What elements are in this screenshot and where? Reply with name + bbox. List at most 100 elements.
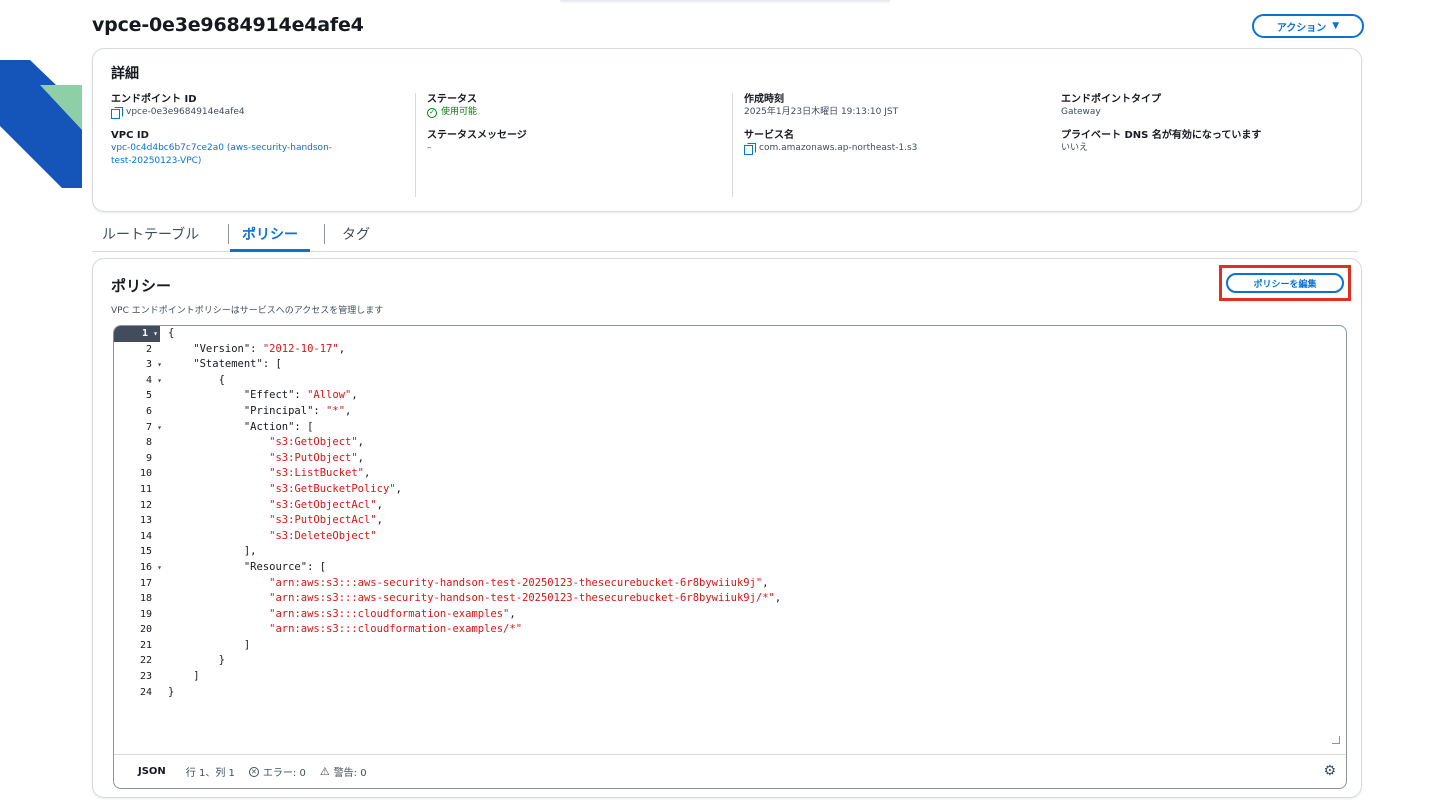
endpoint-type-label: エンドポイントタイプ [1061, 94, 1161, 105]
code-string: "s3:ListBucket" [269, 467, 364, 480]
warning-icon: ⚠ [319, 765, 330, 778]
code-line[interactable]: "Version": "2012-10-17", [168, 342, 781, 358]
check-circle-icon: ✓ [427, 107, 437, 118]
code-punctuation: , [338, 342, 346, 355]
errors-count: エラー: 0 [262, 768, 306, 779]
vpc-id-label: VPC ID [111, 130, 149, 141]
copy-icon[interactable] [744, 143, 756, 155]
created-value: 2025年1月23日木曜日 19:13:10 JST [744, 107, 899, 117]
code-string: "Allow" [307, 389, 352, 402]
code-punctuation: , [762, 576, 769, 589]
details-column-2: ステータス ✓ 使用可能 ステータスメッセージ – [415, 93, 727, 197]
code-text: "Statement": [ [168, 358, 282, 371]
line-number: 24 [139, 686, 152, 698]
code-string: "arn:aws:s3:::cloudformation-examples/*" [269, 623, 523, 636]
fold-arrow-icon[interactable]: ▾ [157, 357, 162, 373]
fold-arrow-icon[interactable]: ▾ [157, 420, 162, 436]
code-punctuation: , [774, 592, 782, 605]
code-line[interactable]: } [168, 685, 781, 701]
fold-arrow-icon[interactable]: ▾ [157, 373, 162, 389]
status-label: ステータス [427, 94, 477, 105]
code-line[interactable]: "s3:GetObjectAcl", [168, 498, 781, 514]
line-number: 14 [139, 530, 152, 542]
code-line[interactable]: "s3:GetBucketPolicy", [168, 482, 781, 498]
highlight-frame: ポリシーを編集 [1219, 265, 1351, 301]
code-text: "Principal": [168, 404, 327, 417]
tab-separator [324, 224, 325, 244]
line-number: 13 [139, 515, 152, 527]
vpc-id-link-line1[interactable]: vpc-0c4d4bc6b7c7ce2a0 (aws-security-hand… [111, 142, 411, 155]
code-lines[interactable]: { "Version": "2012-10-17", "Statement": … [168, 326, 781, 700]
code-line[interactable]: "s3:DeleteObject" [168, 529, 781, 545]
line-number: 15 [139, 546, 152, 558]
actions-dropdown-button[interactable]: アクション ▼ [1252, 14, 1364, 38]
code-line[interactable]: "s3:PutObjectAcl", [168, 513, 781, 529]
code-line[interactable]: "Principal": "*", [168, 404, 781, 420]
code-line[interactable]: ] [168, 638, 781, 654]
code-area[interactable]: 1 ▾ 2 3 ▾ 4 ▾ 5 6 7 ▾ 8 9 10 11 12 13 14 15 16 ▾ 17 18 19 20 21 22… [114, 326, 1346, 754]
code-line[interactable]: "s3:GetObject", [168, 435, 781, 451]
resize-handle-icon[interactable] [1332, 736, 1340, 744]
created-label: 作成時刻 [744, 94, 784, 105]
line-number: 6 [145, 405, 152, 417]
code-line[interactable]: "Effect": "Allow", [168, 388, 781, 404]
fold-arrow-icon[interactable]: ▾ [157, 560, 162, 576]
vpc-id-link-line2[interactable]: test-20250123-VPC) [111, 155, 411, 168]
code-line[interactable]: "Statement": [ [168, 357, 781, 373]
line-number: 11 [139, 483, 152, 495]
code-editor[interactable]: 1 ▾ 2 3 ▾ 4 ▾ 5 6 7 ▾ 8 9 10 11 12 13 14 15 16 ▾ 17 18 19 20 21 22… [113, 325, 1347, 789]
code-line[interactable]: "Resource": [ [168, 560, 781, 576]
code-text: "Effect": [168, 389, 308, 402]
edit-policy-button[interactable]: ポリシーを編集 [1226, 273, 1344, 293]
code-line[interactable]: { [168, 373, 781, 389]
endpoint-type-value: Gateway [1061, 107, 1101, 117]
code-string: "arn:aws:s3:::aws-security-handson-test-… [269, 592, 775, 605]
code-text: ] [168, 670, 200, 683]
code-line[interactable]: "Action": [ [168, 420, 781, 436]
code-line[interactable]: } [168, 653, 781, 669]
code-line[interactable]: "s3:ListBucket", [168, 466, 781, 482]
line-number: 16 ▾ [114, 560, 164, 576]
code-punctuation: , [357, 436, 364, 449]
code-string: "s3:GetObjectAcl" [269, 498, 377, 511]
policy-heading: ポリシー [111, 277, 172, 295]
code-line[interactable]: "arn:aws:s3:::cloudformation-examples/*" [168, 622, 781, 638]
tab-route-tables[interactable]: ルートテーブル [102, 224, 199, 252]
line-number: 23 [139, 671, 152, 683]
code-string: "s3:GetBucketPolicy" [269, 482, 396, 495]
code-line[interactable]: "arn:aws:s3:::aws-security-handson-test-… [168, 591, 781, 607]
tab-tags[interactable]: タグ [342, 224, 370, 252]
code-line[interactable]: ] [168, 669, 781, 685]
fold-arrow-icon[interactable]: ▾ [153, 326, 158, 342]
private-dns-value: いいえ [1061, 143, 1089, 153]
errors-indicator[interactable]: ✕ エラー: 0 [248, 764, 306, 779]
code-line[interactable]: ], [168, 544, 781, 560]
code-line[interactable]: "arn:aws:s3:::cloudformation-examples", [168, 607, 781, 623]
copy-icon[interactable] [111, 107, 123, 119]
line-number: 2 [145, 343, 152, 355]
line-number: 21 [139, 639, 152, 651]
tab-policy[interactable]: ポリシー [230, 224, 310, 252]
gear-icon[interactable]: ⚙ [1323, 763, 1336, 779]
tab-bar: ルートテーブル ポリシー タグ [92, 218, 1358, 252]
language-label: JSON [138, 766, 166, 777]
actions-label: アクション [1276, 22, 1327, 34]
status-value: 使用可能 [441, 107, 478, 117]
code-punctuation: , [351, 389, 358, 402]
warnings-indicator[interactable]: ⚠ 警告: 0 [320, 764, 367, 779]
line-number: 8 [145, 437, 152, 449]
code-text: { [168, 373, 225, 386]
code-string: "*" [326, 404, 346, 417]
code-line[interactable]: "s3:PutObject", [168, 451, 781, 467]
private-dns-label: プライベート DNS 名が有効になっています [1061, 130, 1262, 141]
column-divider [415, 93, 416, 197]
details-panel: 詳細 エンドポイント ID vpce-0e3e9684914e4afe4 VPC… [92, 48, 1362, 212]
code-string: "arn:aws:s3:::aws-security-handson-test-… [269, 576, 763, 589]
endpoint-id-value: vpce-0e3e9684914e4afe4 [126, 107, 245, 117]
line-number: 3 ▾ [114, 357, 164, 373]
code-line[interactable]: { [168, 326, 781, 342]
code-line[interactable]: "arn:aws:s3:::aws-security-handson-test-… [168, 576, 781, 592]
